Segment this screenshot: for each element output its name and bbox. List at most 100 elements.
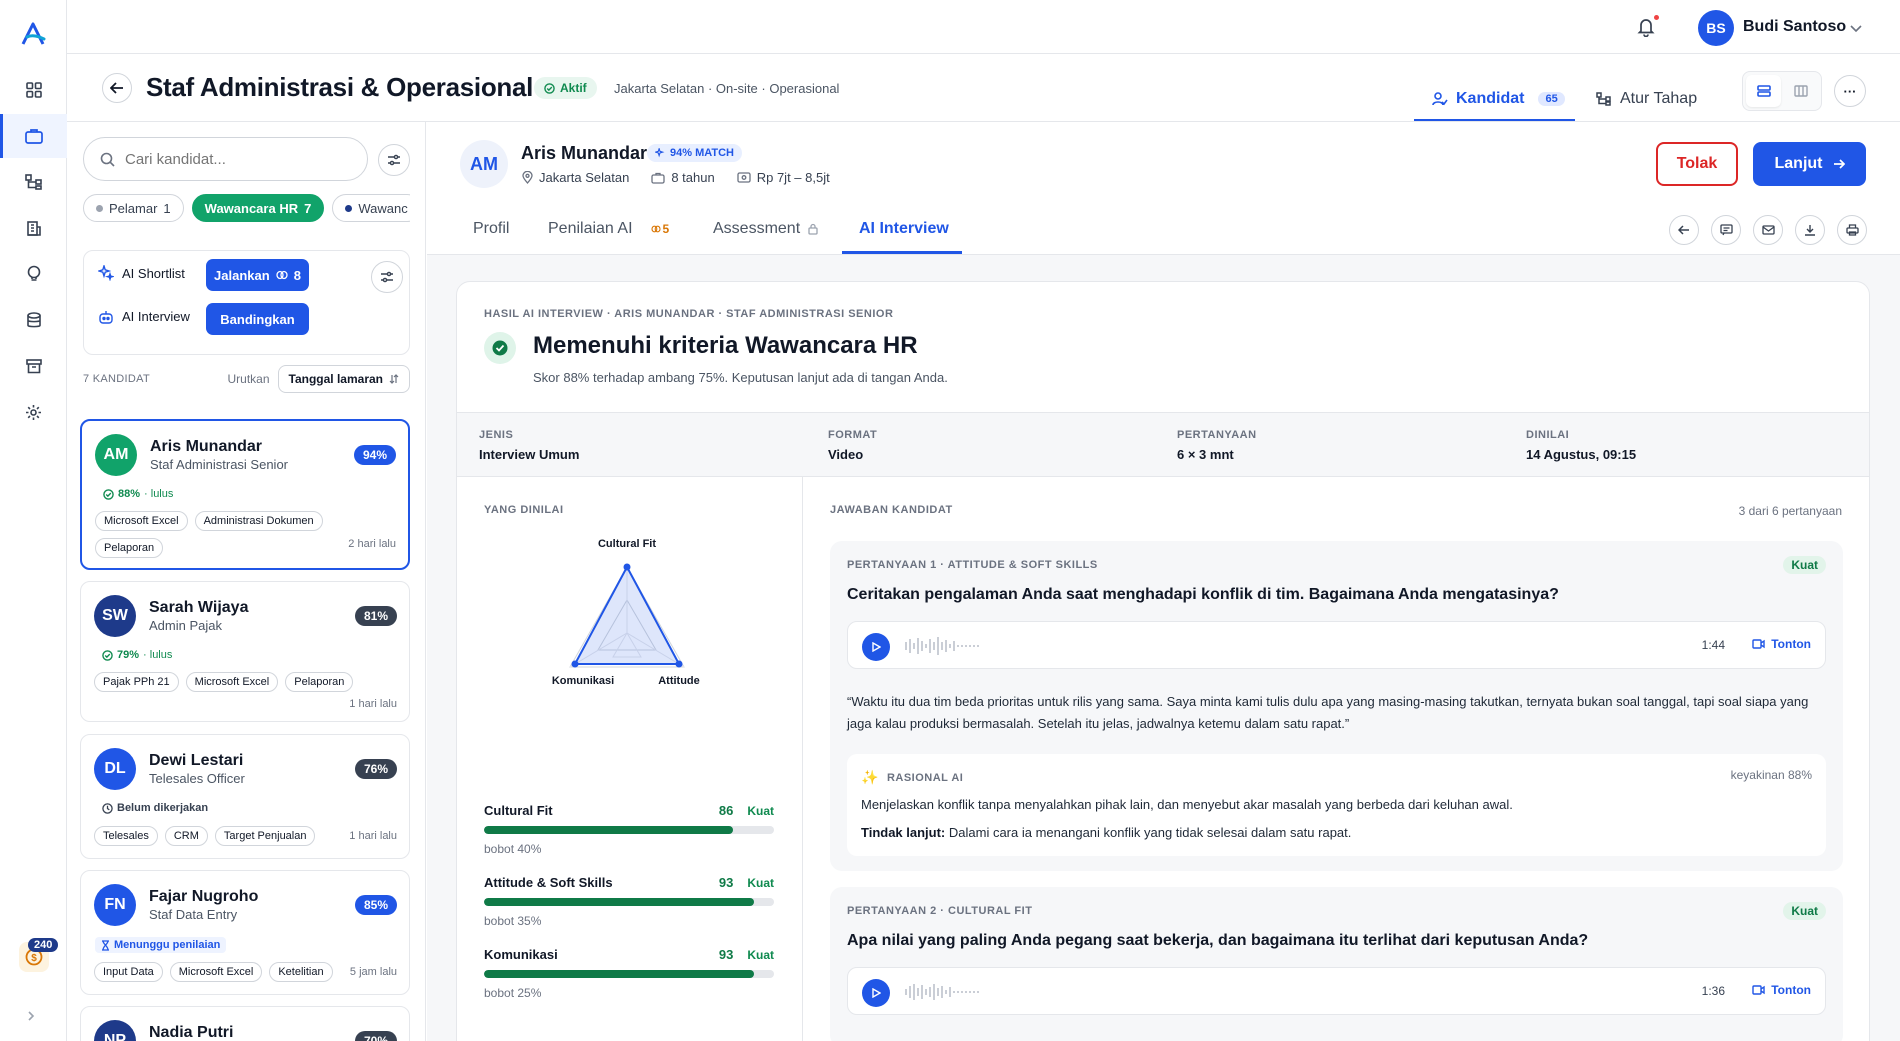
stage-chip-wawancara[interactable]: Wawanc [332, 194, 410, 222]
company-nav-icon[interactable] [0, 206, 67, 250]
question-eyebrow: PERTANYAAN 2 · CULTURAL FIT [847, 905, 1033, 917]
meta-value: 14 Agustus, 09:15 [1526, 447, 1637, 462]
org-chart-nav-icon[interactable] [0, 160, 67, 204]
status-score: 88% [118, 488, 141, 500]
user-avatar[interactable]: BS [1698, 10, 1734, 46]
candidate-name: Dewi Lestari [149, 752, 244, 769]
user-name[interactable]: Budi Santoso [1743, 18, 1846, 36]
tab-profil[interactable]: Profil [473, 220, 509, 238]
previous-candidate-icon[interactable] [1669, 215, 1699, 245]
jobs-nav-icon[interactable] [0, 114, 67, 158]
rationale-confidence: keyakinan 88% [1730, 768, 1812, 782]
chevron-down-icon[interactable] [1850, 21, 1862, 36]
audio-player: 1:36 Tonton [847, 967, 1826, 1015]
advance-button[interactable]: Lanjut [1753, 142, 1866, 186]
candidate-name: Fajar Nugroho [149, 888, 259, 905]
skill-tags: Pajak PPh 21 Microsoft Excel Pelaporan [94, 672, 397, 692]
notification-bell-icon[interactable] [1637, 17, 1655, 40]
question-eyebrow: PERTANYAAN 1 · ATTITUDE & SOFT SKILLS [847, 559, 1098, 571]
status-suffix: · lulus [144, 488, 174, 500]
question-text: Apa nilai yang paling Anda pegang saat b… [847, 932, 1589, 949]
filter-icon[interactable] [378, 144, 410, 176]
candidate-card[interactable]: NP Nadia Putri 70% [80, 1006, 410, 1041]
database-nav-icon[interactable] [0, 298, 67, 342]
jalankan-credit: 8 [293, 267, 301, 283]
search-box [83, 137, 368, 181]
meta-format: FORMAT Video [828, 429, 877, 462]
candidate-card[interactable]: SW Sarah Wijaya Admin Pajak 81% 79% · lu… [80, 581, 410, 722]
radar-point [571, 660, 579, 668]
archive-nav-icon[interactable] [0, 344, 67, 388]
followup-text: Dalami cara ia menangani konflik yang ti… [948, 825, 1352, 840]
match-badge: 85% [354, 895, 397, 915]
app-logo-icon[interactable] [20, 22, 46, 46]
robot-icon [99, 310, 113, 324]
search-input[interactable] [125, 150, 325, 168]
skill-tag: Pelaporan [95, 538, 164, 558]
reject-button[interactable]: Tolak [1656, 142, 1738, 186]
score-level: Kuat [747, 803, 774, 818]
score-value: 86 [718, 803, 734, 818]
audio-duration: 1:44 [1701, 638, 1725, 652]
ai-interview-result-panel: HASIL AI INTERVIEW · ARIS MUNANDAR · STA… [456, 281, 1870, 1041]
match-score-badge: 94% MATCH [647, 144, 742, 162]
expand-sidebar-icon[interactable] [26, 1010, 36, 1025]
ai-tools-box: AI Shortlist Jalankan 8 AI Interview Ban… [83, 250, 410, 355]
score-attitude: Attitude & Soft Skills 93 Kuat bobot 35% [484, 875, 774, 928]
download-icon[interactable] [1795, 215, 1825, 245]
ai-settings-icon[interactable] [371, 261, 403, 293]
status-suffix: · lulus [143, 649, 173, 661]
mail-icon[interactable] [1753, 215, 1783, 245]
tab-atur-tahap[interactable]: Atur Tahap [1596, 90, 1697, 108]
back-button[interactable] [102, 73, 132, 103]
stage-chip-pelamar[interactable]: Pelamar 1 [83, 194, 184, 222]
check-circle-icon [103, 488, 114, 500]
skill-tag: Input Data [94, 962, 163, 982]
tab-ai-interview[interactable]: AI Interview [859, 220, 949, 238]
score-name: Komunikasi [484, 947, 558, 962]
idea-nav-icon[interactable] [0, 252, 67, 296]
play-icon[interactable] [862, 979, 890, 1007]
location-pin-icon [522, 171, 533, 184]
play-icon[interactable] [862, 633, 890, 661]
question-level-badge: Kuat [1783, 902, 1826, 920]
meta-dinilai: DINILAI 14 Agustus, 09:15 [1526, 429, 1636, 462]
more-options-icon[interactable]: ··· [1834, 75, 1866, 107]
tab-assessment[interactable]: Assessment [713, 220, 818, 238]
skill-tag: Administrasi Dokumen [194, 511, 323, 531]
print-icon[interactable] [1837, 215, 1867, 245]
watch-video-button[interactable]: Tonton [1752, 983, 1811, 997]
watch-video-button[interactable]: Tonton [1752, 637, 1811, 651]
meta-pertanyaan: PERTANYAAN 6 × 3 mnt [1177, 429, 1257, 462]
ai-interview-label: AI Interview [122, 309, 190, 324]
board-view-icon[interactable] [1783, 75, 1818, 107]
stage-count: 7 [304, 200, 312, 216]
location-meta: Jakarta Selatan [522, 170, 629, 185]
skill-tag: CRM [164, 826, 208, 846]
tab-penilaian-ai[interactable]: Penilaian AI 5 [548, 220, 669, 238]
view-toggle [1742, 71, 1822, 111]
penilaian-count: 5 [662, 222, 670, 236]
meta-value: Interview Umum [479, 447, 580, 462]
candidate-card[interactable]: FN Fajar Nugroho Staf Data Entry 85% Men… [80, 870, 410, 995]
rationale-text: Menjelaskan konflik tanpa menyalahkan pi… [861, 797, 1513, 812]
comment-icon[interactable] [1711, 215, 1741, 245]
question-level-badge: Kuat [1783, 556, 1826, 574]
list-view-icon[interactable] [1746, 75, 1781, 107]
sort-dropdown[interactable]: Tanggal lamaran [277, 365, 410, 393]
jalankan-button[interactable]: Jalankan 8 [206, 259, 309, 291]
tab-kandidat[interactable]: Kandidat 65 [1432, 90, 1565, 108]
notification-dot [1654, 15, 1659, 20]
candidate-card[interactable]: AM Aris Munandar Staf Administrasi Senio… [80, 419, 410, 570]
score-level: Kuat [747, 947, 774, 962]
bandingkan-button[interactable]: Bandingkan [206, 303, 309, 335]
meta-key: PERTANYAAN [1177, 429, 1257, 441]
settings-nav-icon[interactable] [0, 390, 67, 434]
check-circle-icon [544, 82, 555, 94]
stage-chip-wawancara-hr[interactable]: Wawancara HR 7 [191, 194, 325, 222]
result-eyebrow: HASIL AI INTERVIEW · ARIS MUNANDAR · STA… [484, 308, 894, 320]
skill-tag: Pelaporan [285, 672, 354, 692]
lock-icon [808, 223, 818, 235]
dashboard-nav-icon[interactable] [0, 68, 67, 112]
candidate-card[interactable]: DL Dewi Lestari Telesales Officer 76% Be… [80, 734, 410, 859]
